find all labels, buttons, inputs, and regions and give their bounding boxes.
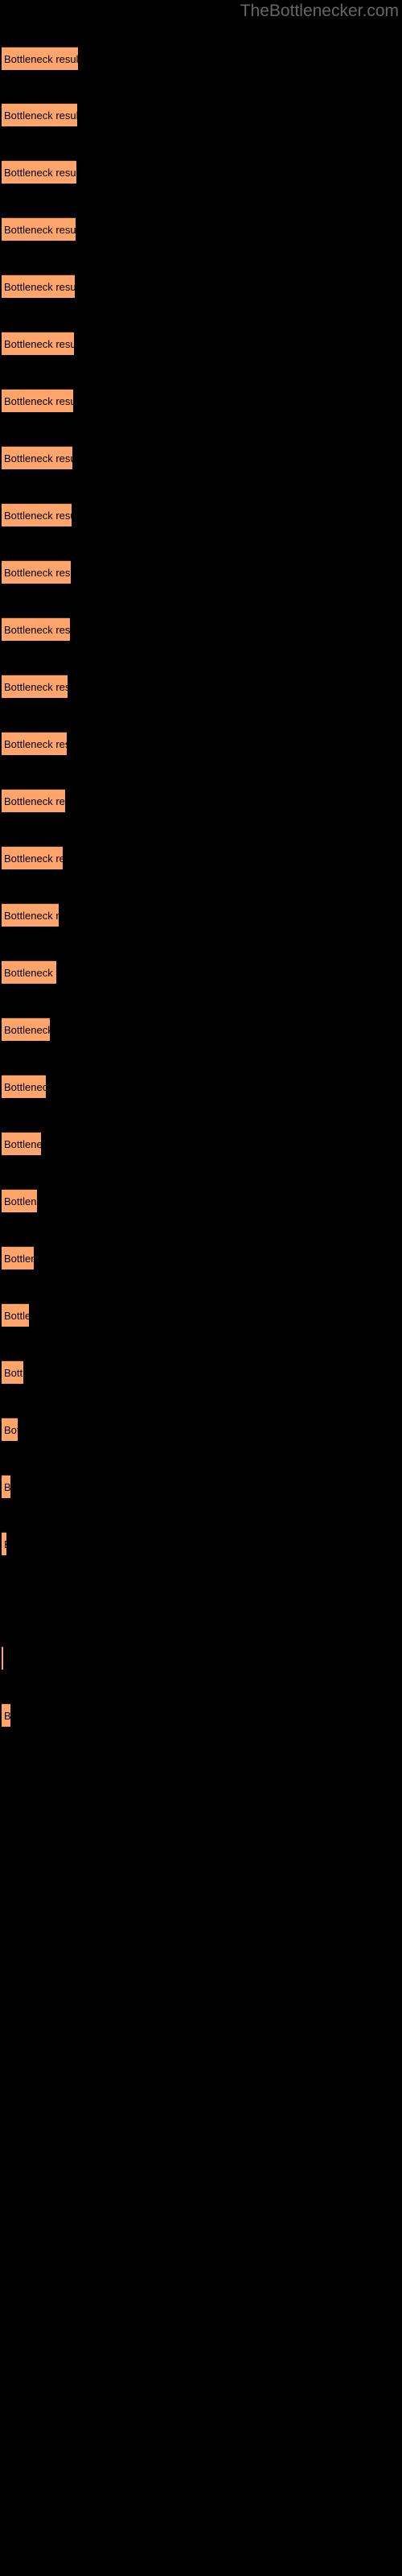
bar-label: Bottleneck result: [4, 1310, 29, 1322]
bar-label: Bottleneck result: [4, 1253, 34, 1265]
bar-label: Bottleneck result: [4, 624, 70, 636]
bottleneck-bar-chart: TheBottlenecker.com Bottleneck result Bot…: [0, 0, 402, 2576]
bar-19: Bottleneck result: [2, 1075, 46, 1098]
bar-3: Bottleneck result: [2, 160, 76, 184]
bar-12: Bottleneck result: [2, 675, 68, 698]
bar-26: Bottleneck result: [2, 1475, 10, 1498]
bar-label: Bottleneck result: [4, 109, 77, 122]
bar-16: Bottleneck result: [2, 903, 59, 927]
bar-22: Bottleneck result: [2, 1246, 34, 1269]
bar-5: Bottleneck result: [2, 275, 75, 298]
bar-label: Bottleneck result: [4, 224, 76, 236]
bar-label: Bottleneck result: [4, 281, 75, 293]
bar-8: Bottleneck result: [2, 446, 72, 469]
bar-20: Bottleneck result: [2, 1132, 41, 1155]
bar-10: Bottleneck result: [2, 560, 71, 584]
bar-label: Bottleneck result: [4, 1367, 23, 1379]
bar-21: Bottleneck result: [2, 1189, 37, 1212]
bar-label: Bottleneck result: [4, 910, 59, 922]
bar-label: Bottleneck result: [4, 567, 71, 579]
bar-1: Bottleneck result: [2, 47, 78, 70]
bar-23: Bottleneck result: [2, 1303, 29, 1327]
bar-label: Bottleneck result: [4, 795, 65, 807]
bar-11: Bottleneck result: [2, 617, 70, 641]
bar-15: Bottleneck result: [2, 846, 63, 869]
bar-label: Bottleneck result: [4, 738, 67, 750]
bar-label: Bottleneck result: [4, 510, 72, 522]
bar-label: Bottleneck result: [4, 1710, 10, 1722]
bar-label: Bottleneck result: [4, 1195, 37, 1208]
bars-layer: Bottleneck result Bottleneck result Bottle…: [0, 0, 402, 2576]
bar-2: Bottleneck result: [2, 103, 77, 126]
bar-label: Bottleneck result: [4, 395, 73, 407]
bar-label: Bottleneck result: [4, 1424, 18, 1436]
bar-label: Bottleneck result: [4, 53, 78, 65]
bar-4: Bottleneck result: [2, 217, 76, 241]
bar-30: Bottleneck result: [2, 1703, 10, 1727]
bar-27: Bottleneck result: [2, 1532, 6, 1555]
bar-label: Bottleneck result: [4, 1024, 50, 1036]
bar-25: Bottleneck result: [2, 1418, 18, 1441]
bar-label: Bottleneck result: [4, 1481, 10, 1493]
bar-18: Bottleneck result: [2, 1018, 50, 1041]
bar-24: Bottleneck result: [2, 1360, 23, 1384]
bar-7: Bottleneck result: [2, 389, 73, 412]
bar-label: Bottleneck result: [4, 852, 63, 865]
bar-14: Bottleneck result: [2, 789, 65, 812]
bar-label: Bottleneck result: [4, 681, 68, 693]
bar-17: Bottleneck result: [2, 960, 56, 984]
bar-label: Bottleneck result: [4, 167, 76, 179]
bar-label: Bottleneck result: [4, 338, 74, 350]
bar-label: Bottleneck result: [4, 1138, 41, 1150]
bar-label: Bottleneck result: [4, 452, 72, 464]
bar-29: Bottleneck result: [2, 1646, 3, 1670]
bar-label: Bottleneck result: [4, 967, 56, 979]
bar-label: Bottleneck result: [4, 1533, 6, 1555]
bar-6: Bottleneck result: [2, 332, 74, 355]
bar-9: Bottleneck result: [2, 503, 72, 526]
bar-13: Bottleneck result: [2, 732, 67, 755]
bar-label: Bottleneck result: [4, 1081, 46, 1093]
